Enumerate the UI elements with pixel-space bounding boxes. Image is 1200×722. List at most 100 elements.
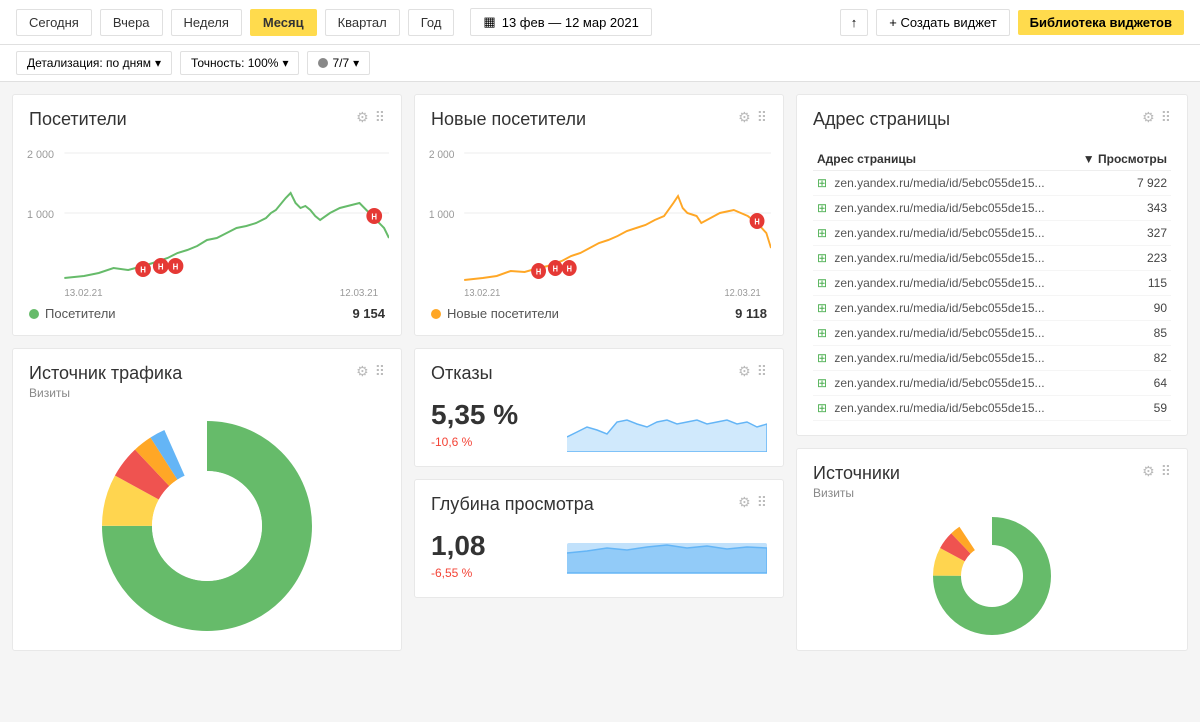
address-table: Адрес страницы ▼ Просмотры ⊞ zen.yandex.… xyxy=(813,148,1171,421)
library-button[interactable]: Библиотека виджетов xyxy=(1018,10,1184,35)
depth-widget: Глубина просмотра ⚙ ⠿ 1,08 -6,55 % xyxy=(414,479,784,598)
visitors-widget: Посетители ⚙ ⠿ 2 000 1 000 xyxy=(12,94,402,336)
depth-gear-icon[interactable]: ⚙ xyxy=(738,494,751,511)
new-visitors-grid-icon[interactable]: ⠿ xyxy=(757,109,767,126)
new-visitors-widget: Новые посетители ⚙ ⠿ 2 000 1 000 xyxy=(414,94,784,336)
traffic-subtitle: Визиты xyxy=(29,386,182,400)
table-row: ⊞ zen.yandex.ru/media/id/5ebc055de15... … xyxy=(813,196,1171,221)
table-row: ⊞ zen.yandex.ru/media/id/5ebc055de15... … xyxy=(813,396,1171,421)
count-dot xyxy=(318,58,328,68)
views-col-header: ▼ Просмотры xyxy=(1070,148,1171,171)
create-widget-button[interactable]: + Создать виджет xyxy=(876,9,1009,36)
visitors-gear-icon[interactable]: ⚙ xyxy=(356,109,369,126)
detail-label: Детализация: по дням xyxy=(27,56,151,70)
visitors-legend-value: 9 154 xyxy=(352,306,385,321)
bounce-metric-left: 5,35 % -10,6 % xyxy=(431,395,567,449)
svg-text:Н: Н xyxy=(553,264,559,273)
bounce-grid-icon[interactable]: ⠿ xyxy=(757,363,767,380)
visitors-legend: Посетители 9 154 xyxy=(29,306,385,321)
detail-dropdown[interactable]: Детализация: по дням ▾ xyxy=(16,51,172,75)
address-cell: ⊞ zen.yandex.ru/media/id/5ebc055de15... xyxy=(813,296,1070,321)
depth-grid-icon[interactable]: ⠿ xyxy=(757,494,767,511)
table-row: ⊞ zen.yandex.ru/media/id/5ebc055de15... … xyxy=(813,271,1171,296)
depth-metric-row: 1,08 -6,55 % xyxy=(431,523,767,583)
new-visitors-legend-value: 9 118 xyxy=(735,306,767,321)
bounce-gear-icon[interactable]: ⚙ xyxy=(738,363,751,380)
expand-icon[interactable]: ⊞ xyxy=(817,251,827,265)
traffic-grid-icon[interactable]: ⠿ xyxy=(375,363,385,380)
address-grid-icon[interactable]: ⠿ xyxy=(1161,109,1171,126)
views-cell: 327 xyxy=(1070,221,1171,246)
traffic-source-widget: Источник трафика Визиты ⚙ ⠿ xyxy=(12,348,402,651)
period-week[interactable]: Неделя xyxy=(171,9,242,36)
url-text: zen.yandex.ru/media/id/5ebc055de15... xyxy=(834,276,1044,290)
visitors-grid-icon[interactable]: ⠿ xyxy=(375,109,385,126)
svg-text:2 000: 2 000 xyxy=(27,149,54,161)
period-yesterday[interactable]: Вчера xyxy=(100,9,163,36)
period-year[interactable]: Год xyxy=(408,9,455,36)
address-gear-icon[interactable]: ⚙ xyxy=(1142,109,1155,126)
address-cell: ⊞ zen.yandex.ru/media/id/5ebc055de15... xyxy=(813,221,1070,246)
svg-text:Н: Н xyxy=(536,267,542,276)
svg-text:Н: Н xyxy=(158,262,164,271)
svg-text:1 000: 1 000 xyxy=(429,209,455,221)
table-row: ⊞ zen.yandex.ru/media/id/5ebc055de15... … xyxy=(813,171,1171,196)
new-visitors-legend-item: Новые посетители xyxy=(431,306,559,321)
expand-icon[interactable]: ⊞ xyxy=(817,326,827,340)
visitors-legend-dot xyxy=(29,309,39,319)
period-today[interactable]: Сегодня xyxy=(16,9,92,36)
expand-icon[interactable]: ⊞ xyxy=(817,201,827,215)
sort-arrow-icon: ▼ xyxy=(1083,152,1098,166)
count-dropdown[interactable]: 7/7 ▾ xyxy=(307,51,370,75)
url-text: zen.yandex.ru/media/id/5ebc055de15... xyxy=(834,251,1044,265)
upload-button[interactable]: ↑ xyxy=(840,9,869,36)
new-visitors-title: Новые посетители xyxy=(431,109,586,130)
views-cell: 59 xyxy=(1070,396,1171,421)
address-cell: ⊞ zen.yandex.ru/media/id/5ebc055de15... xyxy=(813,171,1070,196)
depth-actions: ⚙ ⠿ xyxy=(738,494,767,511)
sources-gear-icon[interactable]: ⚙ xyxy=(1142,463,1155,480)
url-text: zen.yandex.ru/media/id/5ebc055de15... xyxy=(834,326,1044,340)
left-column: Посетители ⚙ ⠿ 2 000 1 000 xyxy=(12,94,402,651)
visitors-legend-label: Посетители xyxy=(45,306,116,321)
bounce-title: Отказы xyxy=(431,363,493,384)
period-month[interactable]: Месяц xyxy=(250,9,317,36)
address-cell: ⊞ zen.yandex.ru/media/id/5ebc055de15... xyxy=(813,371,1070,396)
table-row: ⊞ zen.yandex.ru/media/id/5ebc055de15... … xyxy=(813,246,1171,271)
expand-icon[interactable]: ⊞ xyxy=(817,226,827,240)
bounce-actions: ⚙ ⠿ xyxy=(738,363,767,380)
expand-icon[interactable]: ⊞ xyxy=(817,176,827,190)
svg-text:Н: Н xyxy=(567,264,573,273)
address-cell: ⊞ zen.yandex.ru/media/id/5ebc055de15... xyxy=(813,396,1070,421)
svg-text:Н: Н xyxy=(140,265,146,274)
sources-title: Источники xyxy=(813,463,900,483)
traffic-header: Источник трафика Визиты ⚙ ⠿ xyxy=(29,363,385,400)
svg-text:12.03.21: 12.03.21 xyxy=(340,288,379,298)
new-visitors-chart: 2 000 1 000 Н Н xyxy=(427,138,771,298)
expand-icon[interactable]: ⊞ xyxy=(817,301,827,315)
traffic-gear-icon[interactable]: ⚙ xyxy=(356,363,369,380)
sources-subtitle: Визиты xyxy=(813,486,900,500)
address-col-header: Адрес страницы xyxy=(813,148,1070,171)
new-visitors-gear-icon[interactable]: ⚙ xyxy=(738,109,751,126)
accuracy-dropdown[interactable]: Точность: 100% ▾ xyxy=(180,51,300,75)
chevron-down-icon2: ▾ xyxy=(282,56,288,70)
new-visitors-legend-label: Новые посетители xyxy=(447,306,559,321)
expand-icon[interactable]: ⊞ xyxy=(817,351,827,365)
sources-grid-icon[interactable]: ⠿ xyxy=(1161,463,1171,480)
date-range-picker[interactable]: ▦ 13 фев — 12 мар 2021 xyxy=(470,8,651,36)
bounce-widget: Отказы ⚙ ⠿ 5,35 % -10,6 % xyxy=(414,348,784,467)
count-label: 7/7 xyxy=(332,56,349,70)
depth-mini-chart xyxy=(567,523,767,583)
period-quarter[interactable]: Квартал xyxy=(325,9,400,36)
url-text: zen.yandex.ru/media/id/5ebc055de15... xyxy=(834,201,1044,215)
expand-icon[interactable]: ⊞ xyxy=(817,276,827,290)
expand-icon[interactable]: ⊞ xyxy=(817,376,827,390)
address-cell: ⊞ zen.yandex.ru/media/id/5ebc055de15... xyxy=(813,346,1070,371)
sources-donut-chart xyxy=(813,516,1171,636)
views-cell: 85 xyxy=(1070,321,1171,346)
table-row: ⊞ zen.yandex.ru/media/id/5ebc055de15... … xyxy=(813,321,1171,346)
new-visitors-legend-dot xyxy=(431,309,441,319)
visitors-header: Посетители ⚙ ⠿ xyxy=(29,109,385,130)
expand-icon[interactable]: ⊞ xyxy=(817,401,827,415)
